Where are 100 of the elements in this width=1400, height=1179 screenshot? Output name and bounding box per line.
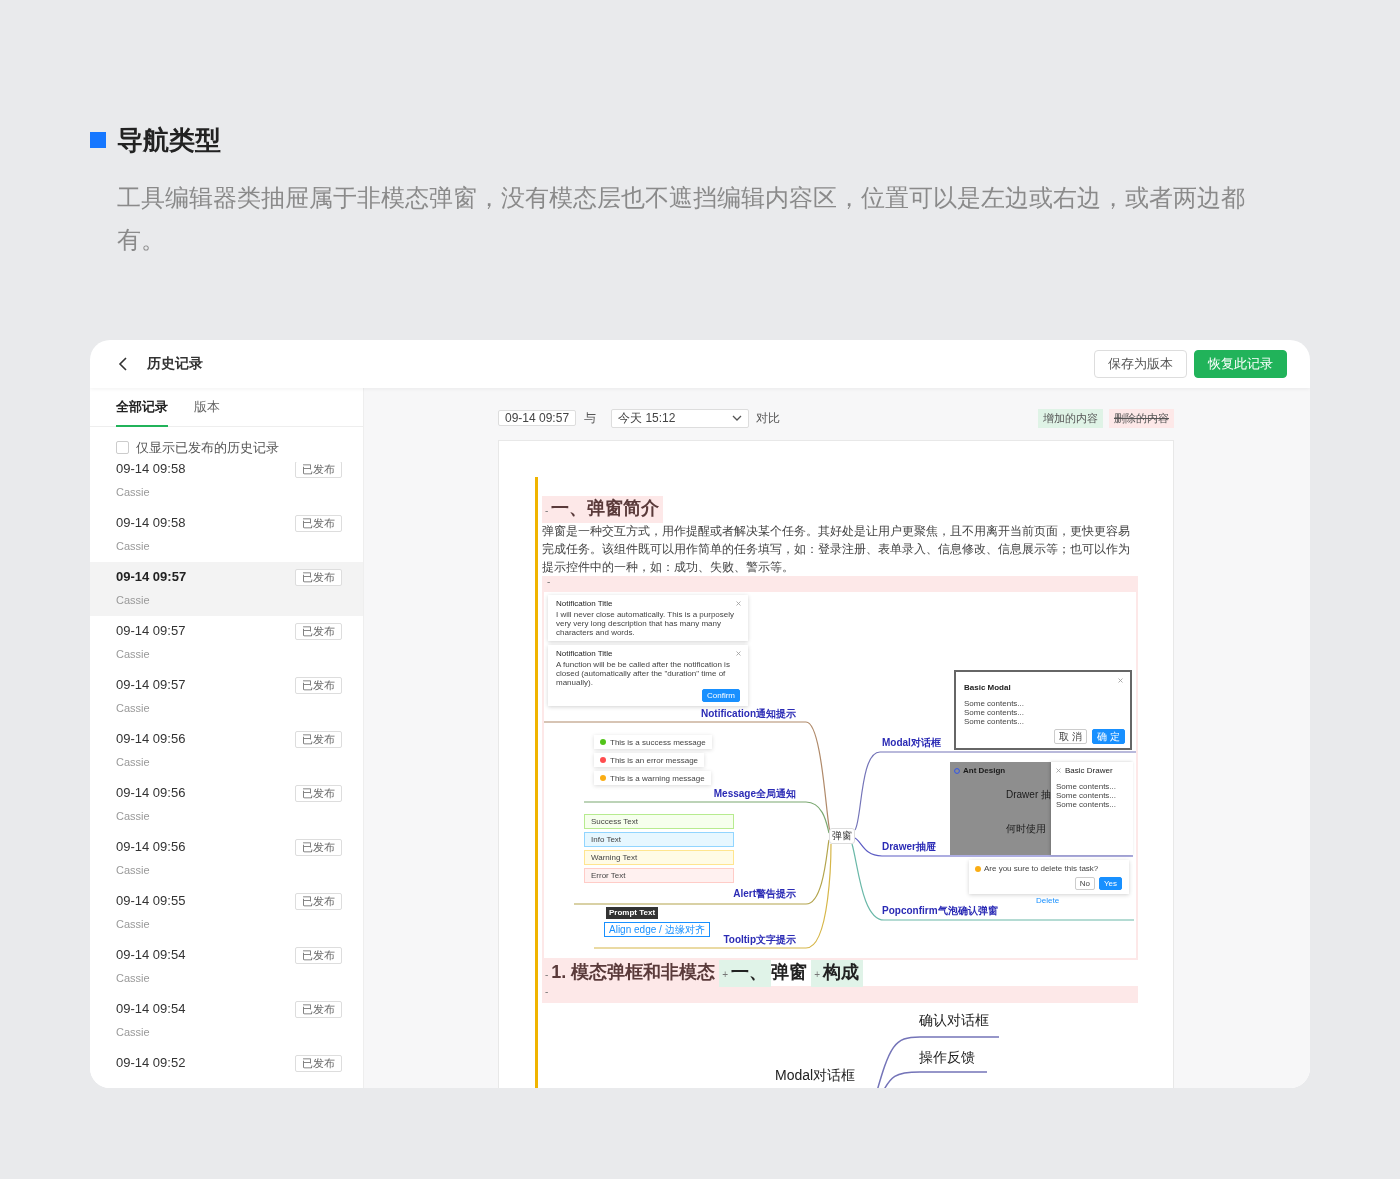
branch-label: Alert警告提示	[733, 888, 796, 900]
published-badge: 已发布	[295, 1054, 342, 1072]
history-record[interactable]: 09-14 09:57 已发布 Cassie	[90, 670, 363, 724]
history-record[interactable]: 09-14 09:56 已发布 Cassie	[90, 832, 363, 886]
published-badge: 已发布	[295, 462, 342, 478]
record-author: Cassie	[116, 539, 151, 553]
published-badge: 已发布	[295, 568, 342, 586]
published-badge: 已发布	[295, 946, 342, 964]
history-record[interactable]: 09-14 09:57 已发布 Cassie	[90, 616, 363, 670]
record-author: Cassie	[116, 485, 151, 499]
removed-heading-text: 1. 模态弹框和非模态	[551, 962, 716, 982]
alert-bar: Error Text	[584, 868, 734, 883]
save-version-button[interactable]: 保存为版本	[1094, 350, 1187, 378]
compare-label: 对比	[756, 409, 781, 427]
docs-subheading: 何时使用	[1006, 822, 1046, 836]
record-author: Cassie	[116, 971, 151, 985]
record-time: 09-14 09:56	[116, 785, 187, 801]
version-field[interactable]: 09-14 09:57	[498, 410, 577, 426]
record-time: 09-14 09:56	[116, 839, 187, 855]
diff-marker: -	[544, 969, 549, 980]
branch-label: Modal对话框	[882, 737, 941, 749]
close-icon	[1118, 678, 1123, 683]
record-author: Cassie	[116, 1025, 151, 1039]
notification-text: I will never close automatically. This is a purposely very very long description that has many many characters and words.	[556, 610, 735, 637]
joiner-label: 与	[584, 409, 597, 427]
section-description: 工具编辑器类抽屉属于非模态弹窗，没有模态层也不遮挡编辑内容区，位置可以是左边或右边，或者两边都有。	[117, 183, 1246, 255]
drawer-text: Some contents...	[1056, 782, 1117, 791]
alert-bar: Info Text	[584, 832, 734, 847]
checkbox[interactable]	[116, 441, 129, 454]
history-record[interactable]: 09-14 09:58 已发布 Cassie	[90, 508, 363, 562]
notification-title: Notification Title	[556, 599, 613, 608]
diff-marker: -	[546, 576, 551, 589]
branch-label: Tooltip文字提示	[723, 934, 796, 946]
record-author: Cassie	[116, 647, 151, 661]
removed-heading-text: 一、弹窗简介	[551, 498, 660, 518]
record-author: Cassie	[116, 755, 151, 769]
close-icon	[736, 601, 741, 606]
record-author: Cassie	[116, 701, 151, 715]
history-record[interactable]: 09-14 09:56 已发布 Cassie	[90, 778, 363, 832]
record-time: 09-14 09:54	[116, 947, 187, 963]
alert-bar: Warning Text	[584, 850, 734, 865]
published-badge: 已发布	[295, 730, 342, 748]
record-time: 09-14 09:58	[116, 462, 187, 477]
history-record[interactable]: 09-14 09:55 已发布 Cassie	[90, 886, 363, 940]
history-record[interactable]: 09-14 09:54 已发布 Cassie	[90, 994, 363, 1048]
diff-marker: -	[544, 986, 549, 999]
no-button[interactable]: No	[1074, 877, 1095, 890]
modal-text: Some contents...	[964, 717, 1025, 726]
published-badge: 已发布	[295, 892, 342, 910]
alert-bar: Success Text	[584, 814, 734, 829]
notification-title: Notification Title	[556, 649, 613, 658]
message-text: This is a warning message	[610, 773, 705, 783]
warning-icon	[975, 866, 981, 872]
record-time: 09-14 09:52	[116, 1055, 187, 1071]
sidebar-tab[interactable]: 版本	[194, 388, 220, 427]
published-badge: 已发布	[295, 622, 342, 640]
chevron-down-icon	[732, 415, 743, 421]
docs-heading: Drawer 抽	[1006, 788, 1051, 802]
version-select[interactable]: 今天 15:12	[611, 408, 750, 428]
record-author: Cassie	[116, 863, 151, 877]
notification-text: A function will be be called after the notification is closed (automatically after the "duration" time of manually).	[556, 660, 731, 687]
record-time: 09-14 09:56	[116, 731, 187, 747]
drawer-text: Some contents...	[1056, 800, 1117, 809]
root-node-label: Modal对话框	[775, 1067, 856, 1085]
sidebar-tab[interactable]: 全部记录	[116, 388, 168, 427]
added-heading-text: 一、	[731, 962, 768, 982]
close-icon	[1056, 768, 1061, 773]
select-value: 今天 15:12	[618, 409, 676, 427]
history-record[interactable]: 09-14 09:57 已发布 Cassie	[90, 562, 363, 616]
message-text: This is a success message	[610, 737, 706, 747]
diff-marker: +	[813, 969, 821, 980]
published-badge: 已发布	[295, 784, 342, 802]
bullet-marker	[90, 132, 106, 148]
diff-marker: -	[544, 505, 549, 516]
node-label: 确认对话框	[919, 1012, 989, 1030]
published-badge: 已发布	[295, 838, 342, 856]
published-badge: 已发布	[295, 514, 342, 532]
added-legend: 增加的内容	[1038, 408, 1103, 428]
branch-label: Message全局通知	[713, 788, 796, 800]
cancel-button[interactable]: 取 消	[1054, 729, 1088, 744]
record-time: 09-14 09:57	[116, 623, 187, 639]
diff-marker: +	[721, 969, 729, 980]
history-record[interactable]: 09-14 09:52 已发布	[90, 1048, 363, 1088]
back-icon	[118, 357, 128, 371]
history-record[interactable]: 09-14 09:56 已发布 Cassie	[90, 724, 363, 778]
history-record[interactable]: 09-14 09:58 已发布 Cassie	[90, 462, 363, 508]
record-time: 09-14 09:55	[116, 893, 187, 909]
body-paragraph: 弹窗是一种交互方式，用作提醒或者解决某个任务。其好处是让用户更聚焦，且不用离开当前页面，更快更容易完成任务。该组件既可以用作简单的任务填写，如：登录注册、表单录入、信息修改、信息展示等；也可以作为提示控件中的一种，如：成功、失败、警示等。	[542, 523, 1131, 576]
modal-text: Some contents...	[964, 699, 1025, 708]
history-record[interactable]: 09-14 09:54 已发布 Cassie	[90, 940, 363, 994]
published-badge: 已发布	[295, 1000, 342, 1018]
added-heading-text: 构成	[823, 962, 860, 982]
page-title: 历史记录	[147, 355, 203, 373]
branch-label: Notification通知提示	[701, 708, 796, 720]
record-time: 09-14 09:57	[116, 569, 188, 585]
modal-title: Basic Modal	[964, 683, 1011, 692]
app-name: Ant Design	[963, 766, 1006, 775]
drawer-title: Basic Drawer	[1065, 766, 1113, 775]
record-time: 09-14 09:57	[116, 677, 187, 693]
published-badge: 已发布	[295, 676, 342, 694]
